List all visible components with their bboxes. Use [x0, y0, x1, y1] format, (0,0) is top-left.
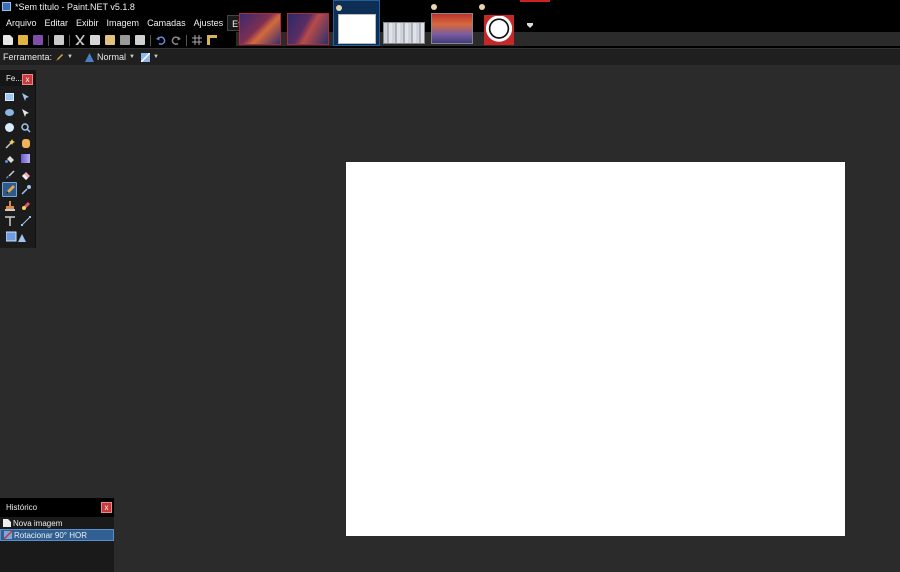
lasso-select-icon[interactable]: [3, 106, 16, 119]
pencil-tool-icon[interactable]: [2, 182, 17, 197]
print-icon[interactable]: [54, 35, 64, 45]
window-accent: [520, 0, 550, 2]
paintnet-app-icon: [2, 2, 11, 11]
history-item-selected[interactable]: Rotacionar 90° HOR: [0, 529, 114, 541]
toolbar-divider: [150, 34, 151, 46]
image-thumbnail: [431, 13, 473, 44]
color-picker-icon[interactable]: [19, 183, 32, 196]
chevron-down-icon[interactable]: ▼: [153, 54, 159, 60]
image-tab-6[interactable]: [478, 0, 520, 46]
antialiasing-icon[interactable]: [140, 51, 151, 63]
image-tab-5[interactable]: [430, 0, 478, 46]
chevron-down-icon[interactable]: ▼: [129, 54, 135, 60]
save-icon[interactable]: [33, 35, 43, 45]
unsaved-dot-icon: [431, 4, 437, 10]
history-item-label: Nova imagem: [13, 518, 63, 528]
text-icon[interactable]: [3, 214, 16, 227]
history-window: Histórico x Nova imagem Rotacionar 90° H…: [0, 498, 114, 572]
history-close-button[interactable]: x: [101, 502, 112, 513]
image-canvas[interactable]: [346, 162, 845, 536]
undo-icon[interactable]: [156, 35, 166, 45]
paint-bucket-icon[interactable]: [3, 152, 16, 165]
ruler-icon[interactable]: [207, 35, 217, 45]
image-thumbnail: [484, 15, 514, 45]
paintbrush-icon[interactable]: [3, 168, 16, 181]
image-tab-3-active[interactable]: [333, 0, 380, 46]
crop-icon[interactable]: [120, 35, 130, 45]
menu-editar[interactable]: Editar: [41, 15, 73, 31]
image-tab-1[interactable]: [236, 0, 284, 46]
menu-arquivo[interactable]: Arquivo: [2, 15, 41, 31]
image-tab-2[interactable]: [284, 0, 332, 46]
pencil-icon[interactable]: [55, 53, 64, 62]
line-curve-icon[interactable]: [19, 214, 32, 227]
image-thumbnail: [338, 14, 376, 44]
image-thumbnail: [287, 13, 329, 45]
blend-mode-select[interactable]: Normal: [97, 52, 126, 62]
menu-bar: Arquivo Editar Exibir Imagem Camadas Aju…: [2, 15, 265, 31]
eraser-icon[interactable]: [19, 168, 32, 181]
menu-imagem[interactable]: Imagem: [103, 15, 144, 31]
deselect-icon[interactable]: [135, 35, 145, 45]
history-item[interactable]: Nova imagem: [0, 517, 114, 529]
tools-window: Fe... x: [0, 70, 36, 248]
cut-icon[interactable]: [75, 35, 85, 45]
menu-ajustes[interactable]: Ajustes: [190, 15, 228, 31]
toolbar: [0, 32, 236, 48]
move-selection-icon[interactable]: [19, 106, 32, 119]
ellipse-select-icon[interactable]: [3, 121, 16, 134]
rectangle-select-icon[interactable]: [3, 90, 16, 103]
paste-icon[interactable]: [105, 35, 115, 45]
move-selected-icon[interactable]: [19, 90, 32, 103]
image-tab-4[interactable]: [382, 0, 430, 46]
history-window-header: Histórico: [0, 498, 114, 517]
menu-camadas[interactable]: Camadas: [143, 15, 190, 31]
pan-icon[interactable]: [19, 137, 32, 150]
gradient-icon[interactable]: [19, 152, 32, 165]
zoom-icon[interactable]: [19, 121, 32, 134]
rotate-icon: [3, 530, 13, 540]
new-image-icon: [3, 519, 11, 527]
image-thumbnail: [239, 13, 281, 45]
image-thumbnail: [383, 22, 425, 44]
toolbar-divider: [48, 34, 49, 46]
chevron-down-icon[interactable]: ▼: [67, 54, 73, 60]
toolbar-divider: [69, 34, 70, 46]
window-title: *Sem título - Paint.NET v5.1.8: [15, 1, 135, 12]
history-window-title: Histórico: [6, 503, 38, 512]
tool-label: Ferramenta:: [3, 52, 53, 62]
grid-icon[interactable]: [192, 35, 202, 45]
tool-options-bar: Ferramenta: ▼ Normal ▼ ▼: [0, 48, 900, 65]
toolbar-divider: [186, 34, 187, 46]
copy-icon[interactable]: [90, 35, 100, 45]
history-item-label: Rotacionar 90° HOR: [14, 530, 88, 540]
shapes-icon[interactable]: [5, 230, 27, 243]
unsaved-dot-icon: [336, 5, 342, 11]
redo-icon[interactable]: [171, 35, 181, 45]
clone-stamp-icon[interactable]: [3, 199, 16, 212]
menu-exibir[interactable]: Exibir: [72, 15, 103, 31]
tab-list-chevron-icon[interactable]: [527, 20, 533, 28]
recolor-icon[interactable]: [19, 199, 32, 212]
open-icon[interactable]: [18, 35, 28, 45]
magic-wand-icon[interactable]: [3, 137, 16, 150]
tools-window-title: Fe...: [6, 73, 23, 83]
tools-close-button[interactable]: x: [22, 74, 33, 85]
unsaved-dot-icon: [479, 4, 485, 10]
blend-mode-icon[interactable]: [84, 52, 94, 62]
new-icon[interactable]: [3, 35, 13, 45]
